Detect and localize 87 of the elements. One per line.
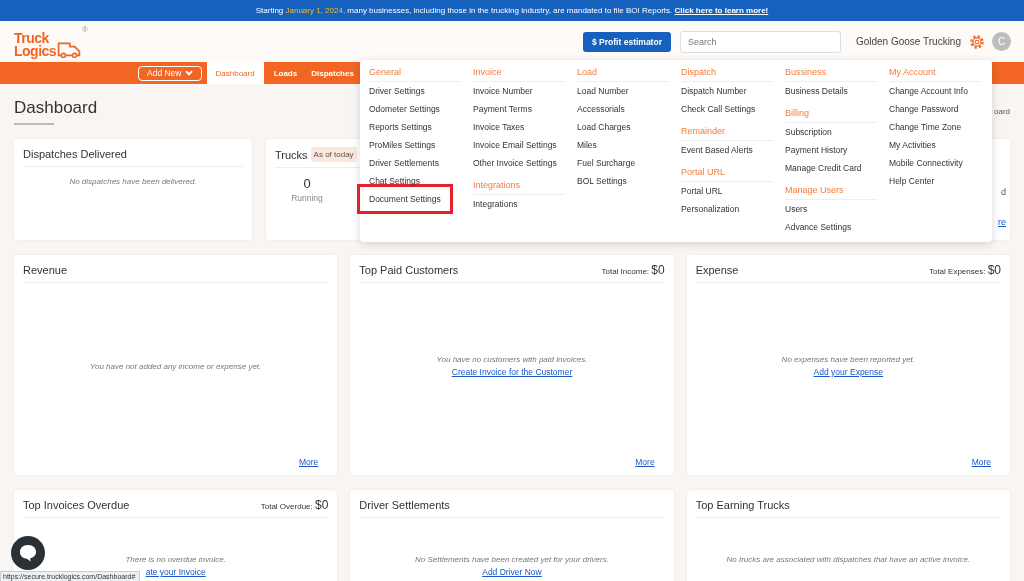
more-link[interactable]: re [998,217,1006,227]
menu-heading: My Account [889,67,936,77]
menu-heading: Manage Users [785,185,844,195]
menu-item[interactable]: Other Invoice Settings [473,154,557,172]
card-title: Trucks [275,148,308,161]
menu-item[interactable]: Event Based Alerts [681,141,753,159]
caret-icon [184,70,193,76]
more-link[interactable]: More [298,457,319,467]
empty-message: No Settlements have been created yet for your drivers. [415,555,609,564]
menu-heading: Remainder [681,126,726,136]
company-name: Golden Goose Trucking [855,36,961,47]
logo-wordmark: Truck Logics [14,31,57,58]
menu-item[interactable]: Users [785,200,808,218]
menu-item[interactable]: Invoice Email Settings [473,136,557,154]
menu-item[interactable]: Advance Settings [785,218,852,236]
total-amount: Total Overdue: $0 [260,498,329,512]
menu-item[interactable]: Portal URL [681,182,723,200]
more-link[interactable]: More [635,457,655,467]
menu-heading: Portal URL [681,167,725,177]
action-link[interactable]: Add Driver Now [482,567,542,577]
menu-item[interactable]: Driver Settings [369,82,425,100]
menu-item[interactable]: Help Center [889,172,935,190]
menu-item[interactable]: Load Charges [577,118,631,136]
menu-heading: Load [577,67,598,77]
menu-item[interactable]: Payment Terms [473,100,532,118]
menu-item[interactable]: BOL Settings [577,172,627,190]
card-text: d [1001,187,1006,197]
menu-item[interactable]: Integrations [473,195,518,213]
menu-item[interactable]: Dispatch Number [681,82,747,100]
menu-heading: Bussiness [785,67,827,77]
learn-more-link[interactable]: Click here to learn more! [674,6,769,15]
menu-item[interactable]: Accessorials [577,100,625,118]
menu-item[interactable]: Odometer Settings [369,100,440,118]
menu-item[interactable]: Personalization [681,200,740,218]
card-title: Top Invoices Overdue [23,499,130,511]
card-title: Top Earning Trucks [695,499,790,511]
search-field[interactable]: Search [679,30,841,53]
menu-heading: Invoice [473,67,502,77]
menu-item[interactable]: Change Password [889,100,959,118]
menu-item[interactable]: Fuel Surcharge [577,154,636,172]
menu-item[interactable]: Change Time Zone [889,118,962,136]
card-title: Driver Settlements [359,499,450,511]
menu-item[interactable]: Reports Settings [369,118,432,136]
card-title: Top Paid Customers [359,264,459,276]
total-amount: Total Income: $0 [601,263,665,277]
empty-message: No trucks are associated with dispatches that have an active invoice. [726,555,971,564]
empty-message: You have no customers with paid invoices. [436,355,588,364]
card-title: Dispatches Delivered [23,148,127,160]
menu-item[interactable]: Check Call Settings [681,100,756,118]
menu-item[interactable]: Driver Settlements [369,154,439,172]
action-link[interactable]: Add your Expense [813,367,884,377]
menu-item[interactable]: Manage Credit Card [785,159,862,177]
stat-label: Running [291,193,323,203]
menu-heading: Billing [785,108,809,118]
menu-item[interactable]: Miles [577,136,597,154]
menu-item[interactable]: Invoice Number [473,82,533,100]
menu-item[interactable]: Business Details [785,82,848,100]
settings-icon[interactable] [970,34,984,49]
action-link[interactable]: ate your Invoice [145,567,206,577]
total-amount: Total Expenses: $0 [928,263,1001,277]
empty-message: You have not added any income or expense yet. [90,361,262,371]
stat-value: 0 [303,176,311,191]
profit-estimator-button[interactable]: $ Profit estimator [583,31,671,52]
page-title: Dashboard [14,98,98,118]
card-title: Revenue [23,264,68,276]
menu-item[interactable]: Load Number [577,82,629,100]
chat-icon[interactable] [11,536,45,570]
menu-heading: Integrations [473,180,521,190]
card-title: Expense [695,264,739,276]
menu-item[interactable]: Change Account Info [889,82,968,100]
empty-message: No dispatches have been delivered. [68,177,198,186]
empty-message: There is no overdue invoice. [125,555,226,564]
more-link[interactable]: More [971,457,991,467]
action-link[interactable]: Create Invoice for the Customer [451,367,573,377]
menu-item[interactable]: Invoice Taxes [473,118,525,136]
date-badge: As of today [310,147,357,162]
announcement-text: Starting January 1, 2024, many businesses, including those in the trucking industry, are mandated to file BOI Reports. Click here to learn more! [255,6,769,15]
menu-heading: General [369,67,402,77]
menu-item[interactable]: Payment History [785,141,848,159]
breadcrumb[interactable]: oard [994,107,1010,116]
registered-mark: ® [82,25,88,34]
menu-item[interactable]: My Activities [889,136,936,154]
menu-item[interactable]: Subscription [785,123,832,141]
menu-heading: Dispatch [681,67,716,77]
menu-item[interactable]: ProMiles Settings [369,136,436,154]
empty-message: No expenses have been reported yet. [781,355,916,364]
menu-item[interactable]: Mobile Connectivity [889,154,963,172]
